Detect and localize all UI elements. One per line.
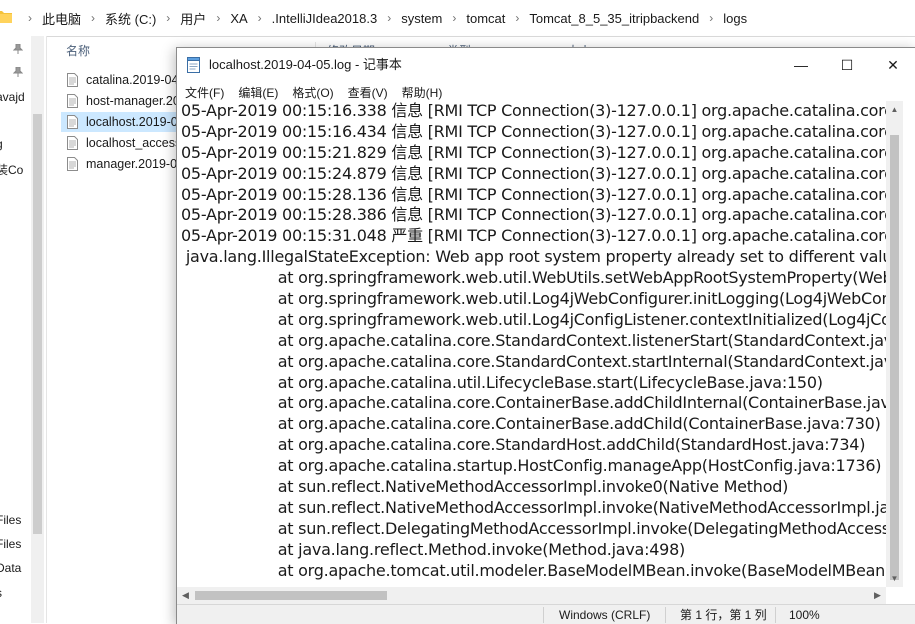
menu-view[interactable]: 查看(V)	[348, 84, 388, 101]
file-row-selected[interactable]: localhost.2019-04-05.log	[61, 112, 223, 132]
nav-item[interactable]: Data	[0, 561, 21, 575]
breadcrumb-item[interactable]: .IntelliJIdea2018.3	[272, 11, 378, 26]
log-line: 05-Apr-2019 00:15:28.136 信息 [RMI TCP Con…	[181, 184, 886, 204]
status-bar: Windows (CRLF) 第 1 行，第 1 列 100%	[177, 604, 915, 624]
breadcrumb-item[interactable]: 此电脑	[42, 9, 81, 28]
status-encoding: Windows (CRLF)	[559, 608, 651, 622]
log-line: at org.apache.catalina.core.StandardCont…	[181, 330, 886, 350]
chevron-right-icon: ›	[515, 11, 520, 25]
log-line: 05-Apr-2019 00:15:16.338 信息 [RMI TCP Con…	[181, 101, 886, 120]
pin-icon[interactable]	[13, 67, 23, 77]
status-zoom: 100%	[789, 608, 820, 622]
log-line: at sun.reflect.DelegatingMethodAccessorI…	[277, 518, 886, 538]
text-file-icon	[67, 136, 78, 150]
nav-item[interactable]: 装Co	[0, 161, 23, 178]
status-divider	[543, 607, 544, 623]
nav-item[interactable]: Files	[0, 537, 21, 551]
nav-item[interactable]: avajd	[0, 90, 25, 104]
log-line: 05-Apr-2019 00:15:31.048 严重 [RMI TCP Con…	[181, 226, 886, 246]
maximize-button[interactable]: ☐	[824, 48, 870, 82]
notepad-icon	[187, 57, 200, 73]
address-bar[interactable]: › 此电脑 › 系统 (C:) › 用户 › XA › .IntelliJIde…	[0, 0, 915, 37]
log-line: 05-Apr-2019 00:15:28.386 信息 [RMI TCP Con…	[181, 205, 886, 225]
maximize-icon: ☐	[840, 56, 854, 73]
status-divider	[775, 607, 776, 623]
notepad-window: localhost.2019-04-05.log - 记事本 — ☐ ✕ 文件(…	[176, 47, 915, 624]
nav-item[interactable]: s	[0, 586, 2, 600]
scroll-thumb[interactable]	[33, 114, 42, 534]
log-line: at java.lang.reflect.Method.invoke(Metho…	[181, 539, 686, 559]
nav-scrollbar[interactable]	[31, 36, 44, 623]
scroll-left-arrow-icon[interactable]: ◀	[177, 587, 194, 604]
chevron-right-icon: ›	[166, 11, 171, 25]
navigation-pane: ▲ avajd g 装Co Files Files Data s	[0, 36, 47, 623]
chevron-right-icon: ›	[216, 11, 221, 25]
text-file-icon	[67, 115, 78, 129]
breadcrumb-item[interactable]: XA	[230, 11, 247, 26]
horizontal-scrollbar[interactable]: ◀ ▶	[177, 587, 886, 604]
scroll-down-arrow-icon[interactable]: ▼	[886, 570, 903, 587]
close-icon: ✕	[887, 56, 899, 73]
log-line: at org.springframework.web.util.WebUtils…	[277, 268, 886, 288]
chevron-right-icon: ›	[709, 11, 714, 25]
breadcrumb-item[interactable]: tomcat	[466, 11, 505, 26]
menu-help[interactable]: 帮助(H)	[402, 84, 443, 101]
pin-icon[interactable]	[13, 44, 23, 54]
chevron-right-icon: ›	[91, 11, 96, 25]
vertical-scrollbar[interactable]: ▲ ▼	[886, 101, 903, 587]
menu-format[interactable]: 格式(O)	[292, 84, 333, 101]
scroll-thumb[interactable]	[195, 591, 387, 600]
breadcrumb-item[interactable]: 用户	[180, 9, 206, 28]
log-line: 05-Apr-2019 00:15:21.829 信息 [RMI TCP Con…	[181, 142, 886, 162]
text-file-icon	[67, 157, 78, 171]
log-line: java.lang.IllegalStateException: Web app…	[185, 247, 886, 267]
log-line: at sun.reflect.NativeMethodAccessorImpl.…	[181, 477, 789, 497]
title-bar[interactable]: localhost.2019-04-05.log - 记事本 — ☐ ✕	[177, 48, 915, 82]
text-file-icon	[67, 73, 78, 87]
scroll-up-arrow-icon[interactable]: ▲	[886, 101, 903, 118]
log-line: at org.apache.catalina.core.ContainerBas…	[181, 393, 886, 413]
log-line: at org.apache.tomcat.util.modeler.BaseMo…	[181, 560, 886, 580]
breadcrumb-item[interactable]: system	[401, 11, 442, 26]
folder-icon	[0, 11, 12, 23]
chevron-right-icon: ›	[452, 11, 457, 25]
minimize-icon: —	[794, 57, 808, 73]
breadcrumb: › 此电脑 › 系统 (C:) › 用户 › XA › .IntelliJIde…	[18, 0, 747, 36]
log-line: 05-Apr-2019 00:15:24.879 信息 [RMI TCP Con…	[181, 163, 886, 183]
text-editor[interactable]: 05-Apr-2019 00:15:16.338 信息 [RMI TCP Con…	[181, 101, 886, 587]
breadcrumb-item[interactable]: Tomcat_8_5_35_itripbackend	[529, 11, 699, 26]
minimize-button[interactable]: —	[778, 48, 824, 82]
menu-bar: 文件(F) 编辑(E) 格式(O) 查看(V) 帮助(H)	[177, 82, 915, 102]
text-file-icon	[67, 94, 78, 108]
scroll-thumb[interactable]	[890, 135, 899, 580]
log-line: at org.apache.catalina.util.LifecycleBas…	[181, 372, 823, 392]
log-line: at org.apache.catalina.core.StandardCont…	[181, 351, 886, 371]
log-line: at org.springframework.web.util.Log4jCon…	[277, 309, 886, 329]
menu-file[interactable]: 文件(F)	[185, 84, 224, 101]
window-title: localhost.2019-04-05.log - 记事本	[209, 57, 402, 72]
chevron-right-icon: ›	[257, 11, 262, 25]
log-line: at org.apache.catalina.core.ContainerBas…	[181, 414, 881, 434]
status-divider	[665, 607, 666, 623]
chevron-right-icon: ›	[28, 11, 32, 25]
log-line: at org.springframework.web.util.Log4jWeb…	[277, 289, 886, 309]
menu-edit[interactable]: 编辑(E)	[238, 84, 278, 101]
breadcrumb-item[interactable]: 系统 (C:)	[105, 9, 156, 28]
log-line: 05-Apr-2019 00:15:16.434 信息 [RMI TCP Con…	[181, 121, 886, 141]
breadcrumb-item[interactable]: logs	[723, 11, 747, 26]
close-button[interactable]: ✕	[870, 48, 915, 82]
chevron-right-icon: ›	[387, 11, 392, 25]
status-cursor-position: 第 1 行，第 1 列	[680, 608, 767, 622]
nav-item[interactable]: Files	[0, 513, 21, 527]
column-header-name[interactable]: 名称	[66, 42, 90, 59]
log-line: at org.apache.catalina.core.StandardHost…	[181, 435, 866, 455]
log-line: at sun.reflect.NativeMethodAccessorImpl.…	[181, 497, 886, 517]
log-line: at org.apache.catalina.startup.HostConfi…	[181, 456, 882, 476]
nav-item[interactable]: g	[0, 137, 3, 151]
scroll-right-arrow-icon[interactable]: ▶	[869, 587, 886, 604]
